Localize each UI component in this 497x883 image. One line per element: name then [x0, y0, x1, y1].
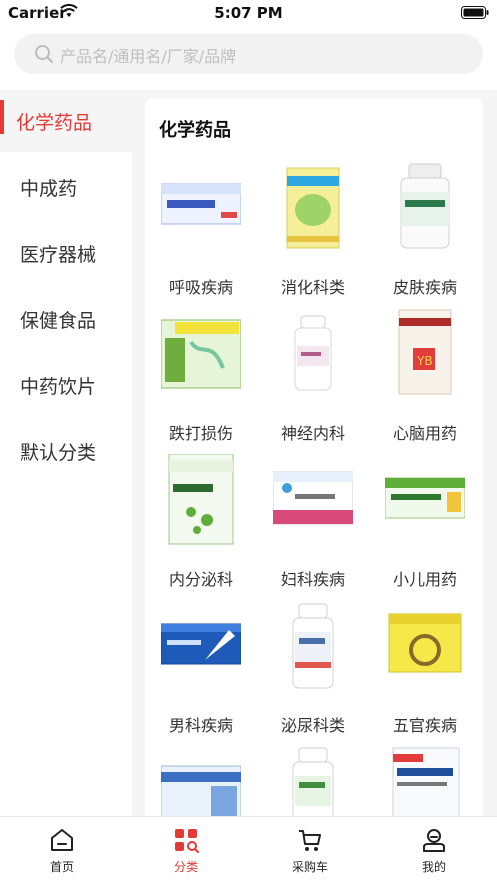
tab-label: 我的 — [421, 860, 446, 874]
category-icon — [175, 829, 199, 853]
content-title: 化学药品 — [159, 120, 231, 141]
medicine-box-icon — [273, 471, 353, 525]
home-icon — [51, 829, 73, 851]
sidebar-item-label: 默认分类 — [20, 442, 97, 464]
category-sidebar: 化学药品 中成药 医疗器械 保健食品 中药饮片 默认分类 — [0, 90, 132, 816]
sidebar-item-label: 化学药品 — [16, 112, 93, 134]
category-label: 男科疾病 — [168, 716, 233, 735]
category-label: 内分泌科 — [168, 570, 233, 589]
bottom-tab-bar: 首页 分类 采购车 我的 — [0, 816, 497, 883]
sidebar-item-medical-devices[interactable]: 医疗器械 — [0, 218, 132, 284]
search-bar[interactable]: 产品名/通用名/厂家/品牌 — [14, 34, 483, 74]
medicine-bottle-icon — [292, 603, 334, 689]
category-item-13[interactable] — [145, 746, 257, 816]
sidebar-item-label: 保健食品 — [20, 310, 97, 332]
category-label: 妇科疾病 — [280, 570, 345, 589]
tab-cart[interactable]: 采购车 — [248, 817, 372, 883]
medicine-bottle-icon — [400, 163, 450, 249]
search-header: 产品名/通用名/厂家/品牌 — [0, 26, 497, 90]
medicine-box-icon — [388, 613, 462, 673]
category-pediatrics[interactable]: 小儿用药 — [369, 454, 481, 600]
tab-profile[interactable]: 我的 — [372, 817, 496, 883]
category-label: 五官疾病 — [392, 716, 457, 735]
tab-label: 采购车 — [291, 860, 328, 874]
category-gynecology[interactable]: 妇科疾病 — [257, 454, 369, 600]
category-item-14[interactable] — [257, 746, 369, 816]
status-bar: Carrier 5:07 PM — [0, 0, 497, 26]
medicine-bottle-icon — [292, 747, 334, 816]
search-input[interactable]: 产品名/通用名/厂家/品牌 — [60, 43, 236, 67]
category-urology[interactable]: 泌尿科类 — [257, 600, 369, 746]
category-trauma[interactable]: 跌打损伤 — [145, 308, 257, 454]
sidebar-item-herbal-pieces[interactable]: 中药饮片 — [0, 350, 132, 416]
sidebar-item-label: 中成药 — [20, 178, 78, 200]
medicine-box-icon — [392, 747, 460, 816]
search-icon — [35, 45, 53, 63]
medicine-bottle-icon — [294, 315, 332, 391]
category-neurology[interactable]: 神经内科 — [257, 308, 369, 454]
category-ent[interactable]: 五官疾病 — [369, 600, 481, 746]
category-label: 消化科类 — [280, 278, 345, 297]
medicine-box-icon — [385, 477, 465, 519]
medicine-box-icon: YB — [398, 309, 452, 395]
medicine-box-icon — [161, 319, 241, 389]
category-andrology[interactable]: 男科疾病 — [145, 600, 257, 746]
sidebar-item-health-food[interactable]: 保健食品 — [0, 284, 132, 350]
sidebar-item-label: 中药饮片 — [20, 376, 97, 398]
tab-home[interactable]: 首页 — [0, 817, 124, 883]
sidebar-item-chemical-drugs[interactable]: 化学药品 — [0, 90, 132, 152]
medicine-box-icon — [168, 454, 234, 545]
sidebar-item-default[interactable]: 默认分类 — [0, 416, 132, 816]
category-content: 化学药品 呼吸疾病 消化科类 皮肤疾病 跌打损伤 神经内科 YB 心脑用药 内分… — [145, 98, 483, 816]
category-respiratory[interactable]: 呼吸疾病 — [145, 162, 257, 308]
category-label: 心脑用药 — [392, 424, 457, 443]
user-icon — [423, 829, 445, 852]
sidebar-item-chinese-patent-medicine[interactable]: 中成药 — [0, 152, 132, 218]
category-label: 跌打损伤 — [168, 424, 233, 443]
category-cardio-cerebral[interactable]: YB 心脑用药 — [369, 308, 481, 454]
medicine-box-icon — [286, 167, 340, 249]
svg-text:YB: YB — [416, 354, 433, 368]
tab-label: 首页 — [49, 860, 74, 874]
tab-category[interactable]: 分类 — [124, 817, 248, 883]
category-item-15[interactable] — [369, 746, 481, 816]
category-label: 泌尿科类 — [280, 716, 345, 735]
category-label: 神经内科 — [280, 424, 345, 443]
category-label: 呼吸疾病 — [168, 278, 233, 297]
medicine-box-icon — [161, 183, 241, 225]
category-endocrinology[interactable]: 内分泌科 — [145, 454, 257, 600]
sidebar-item-label: 医疗器械 — [20, 244, 97, 266]
category-label: 小儿用药 — [392, 570, 457, 589]
category-dermatology[interactable]: 皮肤疾病 — [369, 162, 481, 308]
tab-label: 分类 — [173, 860, 198, 874]
clock: 5:07 PM — [214, 4, 283, 22]
category-label: 皮肤疾病 — [392, 278, 457, 297]
battery-icon — [461, 6, 489, 19]
medicine-box-icon — [161, 623, 241, 665]
category-digestive[interactable]: 消化科类 — [257, 162, 369, 308]
cart-icon — [299, 830, 321, 851]
active-indicator — [0, 100, 4, 134]
medicine-box-icon — [161, 765, 241, 816]
